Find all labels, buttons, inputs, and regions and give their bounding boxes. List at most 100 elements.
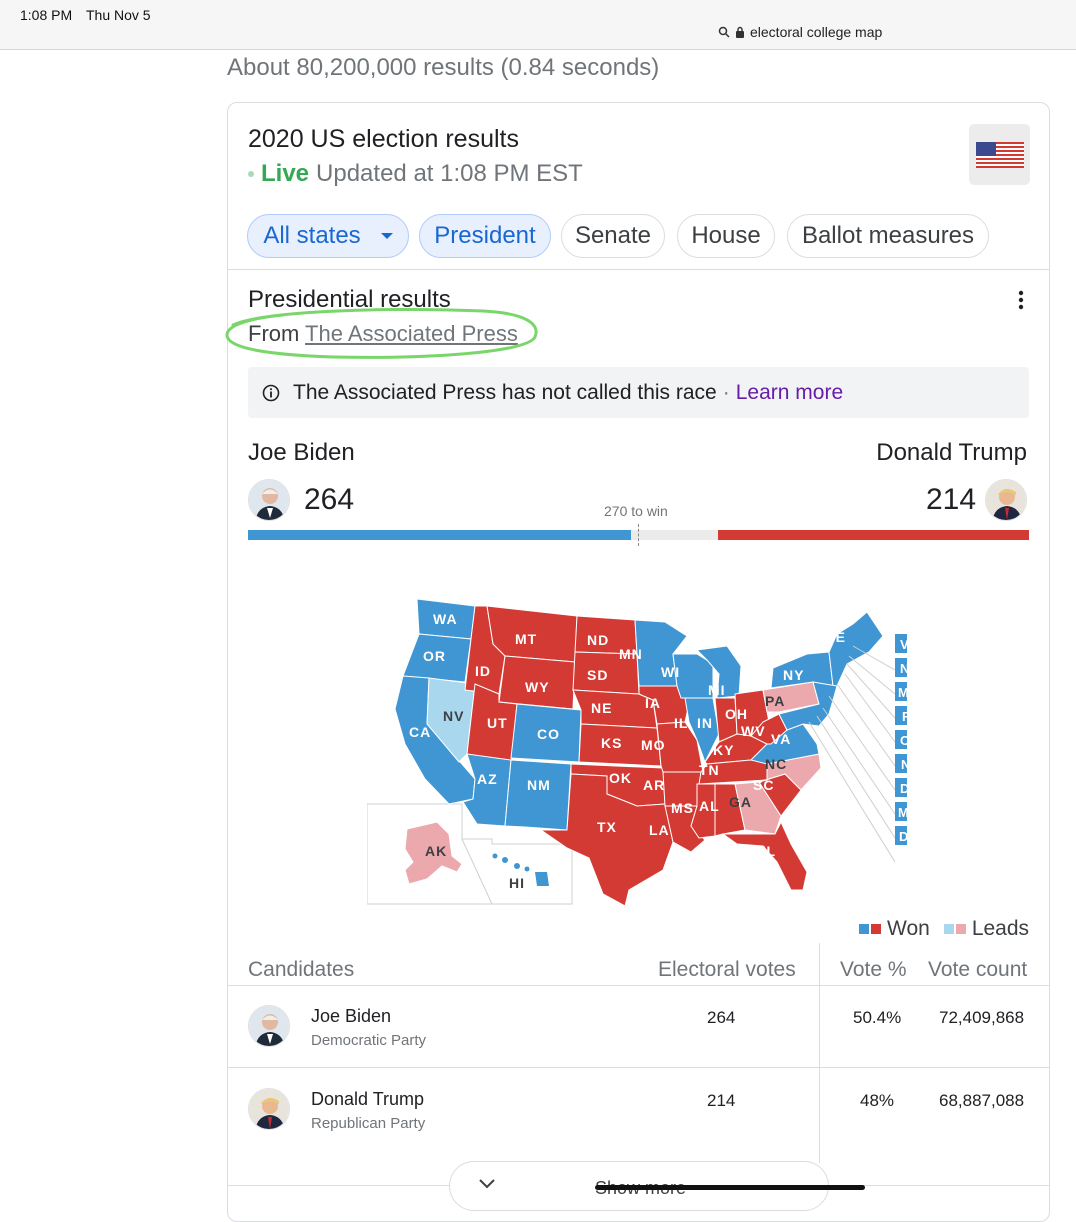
- label-nh: NH: [900, 661, 907, 676]
- label-wa: WA: [433, 611, 458, 627]
- status-date: Thu Nov 5: [86, 7, 151, 23]
- chip-ballot-measures[interactable]: Ballot measures: [787, 214, 989, 258]
- status-bar: 1:08 PM Thu Nov 5 electoral college map: [0, 0, 1076, 50]
- chip-all-states[interactable]: All states: [247, 214, 409, 258]
- label-az: AZ: [477, 771, 498, 787]
- label-wi: WI: [661, 664, 680, 680]
- updated-time: Updated at 1:08 PM EST: [316, 160, 583, 187]
- label-la: LA: [649, 822, 670, 838]
- lock-icon: [736, 26, 744, 38]
- status-time: 1:08 PM: [20, 7, 73, 23]
- dropdown-caret-icon: [380, 233, 393, 239]
- label-oh: OH: [725, 706, 748, 722]
- label-pa: PA: [765, 693, 785, 709]
- state-ne-region[interactable]: [828, 611, 884, 687]
- chip-president[interactable]: President: [419, 214, 551, 258]
- label-va: VA: [771, 731, 791, 747]
- electoral-progress-bar: [248, 524, 1029, 546]
- label-ca: CA: [409, 724, 431, 740]
- electoral-map: WA OR CA NV ID MT WY UT CO AZ NM ND SD N…: [367, 598, 907, 907]
- header-candidates: Candidates: [248, 958, 355, 981]
- header-vote-pct: Vote %: [840, 958, 907, 981]
- row-candidate-name: Joe Biden: [311, 1006, 392, 1026]
- row-divider: [228, 1067, 1049, 1068]
- label-al: AL: [699, 798, 720, 814]
- hand-drawn-circle: [225, 308, 538, 359]
- row-electoral: 214: [707, 1091, 736, 1110]
- us-flag-icon[interactable]: [969, 124, 1030, 185]
- chip-senate[interactable]: Senate: [561, 214, 665, 258]
- notice-text: The Associated Press has not called this…: [293, 380, 717, 404]
- row-candidate-name: Donald Trump: [311, 1089, 425, 1109]
- candidate-right-name: Donald Trump: [876, 439, 1027, 466]
- chevron-down-icon: [479, 1179, 495, 1189]
- legend-dem-won-swatch: [859, 924, 869, 934]
- more-options-icon[interactable]: [1014, 289, 1028, 311]
- to-win-marker: [638, 524, 639, 546]
- learn-more-link[interactable]: Learn more: [736, 381, 843, 405]
- candidate-left-name: Joe Biden: [248, 439, 355, 466]
- label-in: IN: [697, 715, 713, 731]
- label-tx: TX: [597, 819, 617, 835]
- legend-won: Won: [887, 917, 930, 940]
- label-nv: NV: [443, 708, 464, 724]
- label-ut: UT: [487, 715, 508, 731]
- election-card: 2020 US election results Live Updated at…: [225, 102, 1050, 1222]
- legend-leads: Leads: [971, 917, 1030, 940]
- address-bar[interactable]: electoral college map: [718, 24, 882, 40]
- label-ks: KS: [601, 735, 622, 751]
- label-ky: KY: [713, 742, 734, 758]
- label-co: CO: [537, 726, 560, 742]
- label-ak: AK: [425, 843, 447, 859]
- chip-all-states-label: All states: [263, 222, 361, 249]
- label-nm: NM: [527, 777, 551, 793]
- label-dc: DC: [899, 829, 907, 844]
- trump-avatar[interactable]: [985, 479, 1027, 521]
- biden-bar: [248, 530, 632, 540]
- row-vote-pct: 50.4%: [853, 1008, 902, 1027]
- row-vote-pct: 48%: [860, 1091, 895, 1110]
- live-dot-icon: [248, 171, 254, 177]
- label-ct: CT: [900, 733, 907, 748]
- trump-electoral-total: 214: [926, 483, 977, 516]
- label-nd: ND: [587, 632, 609, 648]
- label-wv: WV: [741, 723, 766, 739]
- label-ms: MS: [671, 800, 694, 816]
- table-column-divider: [819, 943, 820, 1163]
- url-text: electoral college map: [750, 24, 883, 40]
- row-vote-count: 68,887,088: [939, 1091, 1025, 1110]
- label-hi: HI: [509, 875, 525, 891]
- row-party: Republican Party: [311, 1115, 426, 1132]
- label-fl: FL: [757, 843, 776, 859]
- trump-bar: [718, 530, 1029, 540]
- to-win-label: 270 to win: [604, 503, 668, 519]
- search-icon: [718, 26, 730, 38]
- label-sd: SD: [587, 667, 608, 683]
- row-electoral: 264: [707, 1008, 736, 1027]
- label-nc: NC: [765, 756, 787, 772]
- label-mo: MO: [641, 737, 666, 753]
- label-ok: OK: [609, 770, 632, 786]
- label-sc: SC: [753, 777, 774, 793]
- label-mt: MT: [515, 631, 537, 647]
- row-party: Democratic Party: [311, 1032, 427, 1049]
- chip-house[interactable]: House: [677, 214, 775, 258]
- label-ma: MA: [898, 685, 907, 700]
- label-il: IL: [674, 715, 688, 731]
- label-vt: VT: [900, 637, 907, 652]
- live-label: Live: [261, 160, 310, 187]
- label-wy: WY: [525, 679, 550, 695]
- label-ny: NY: [783, 667, 804, 683]
- biden-avatar[interactable]: [248, 479, 290, 521]
- state-nm[interactable]: [504, 759, 572, 831]
- live-status: Live Updated at 1:08 PM EST: [248, 160, 583, 188]
- trump-row-avatar: [248, 1088, 290, 1130]
- row-vote-count: 72,409,868: [939, 1008, 1025, 1027]
- card-title: 2020 US election results: [248, 125, 519, 153]
- label-tn: TN: [699, 762, 720, 778]
- label-id: ID: [475, 663, 491, 679]
- biden-row-avatar: [248, 1005, 290, 1047]
- header-electoral: Electoral votes: [658, 958, 796, 981]
- home-indicator: [595, 1185, 865, 1190]
- results-count: About 80,200,000 results (0.84 seconds): [227, 54, 660, 81]
